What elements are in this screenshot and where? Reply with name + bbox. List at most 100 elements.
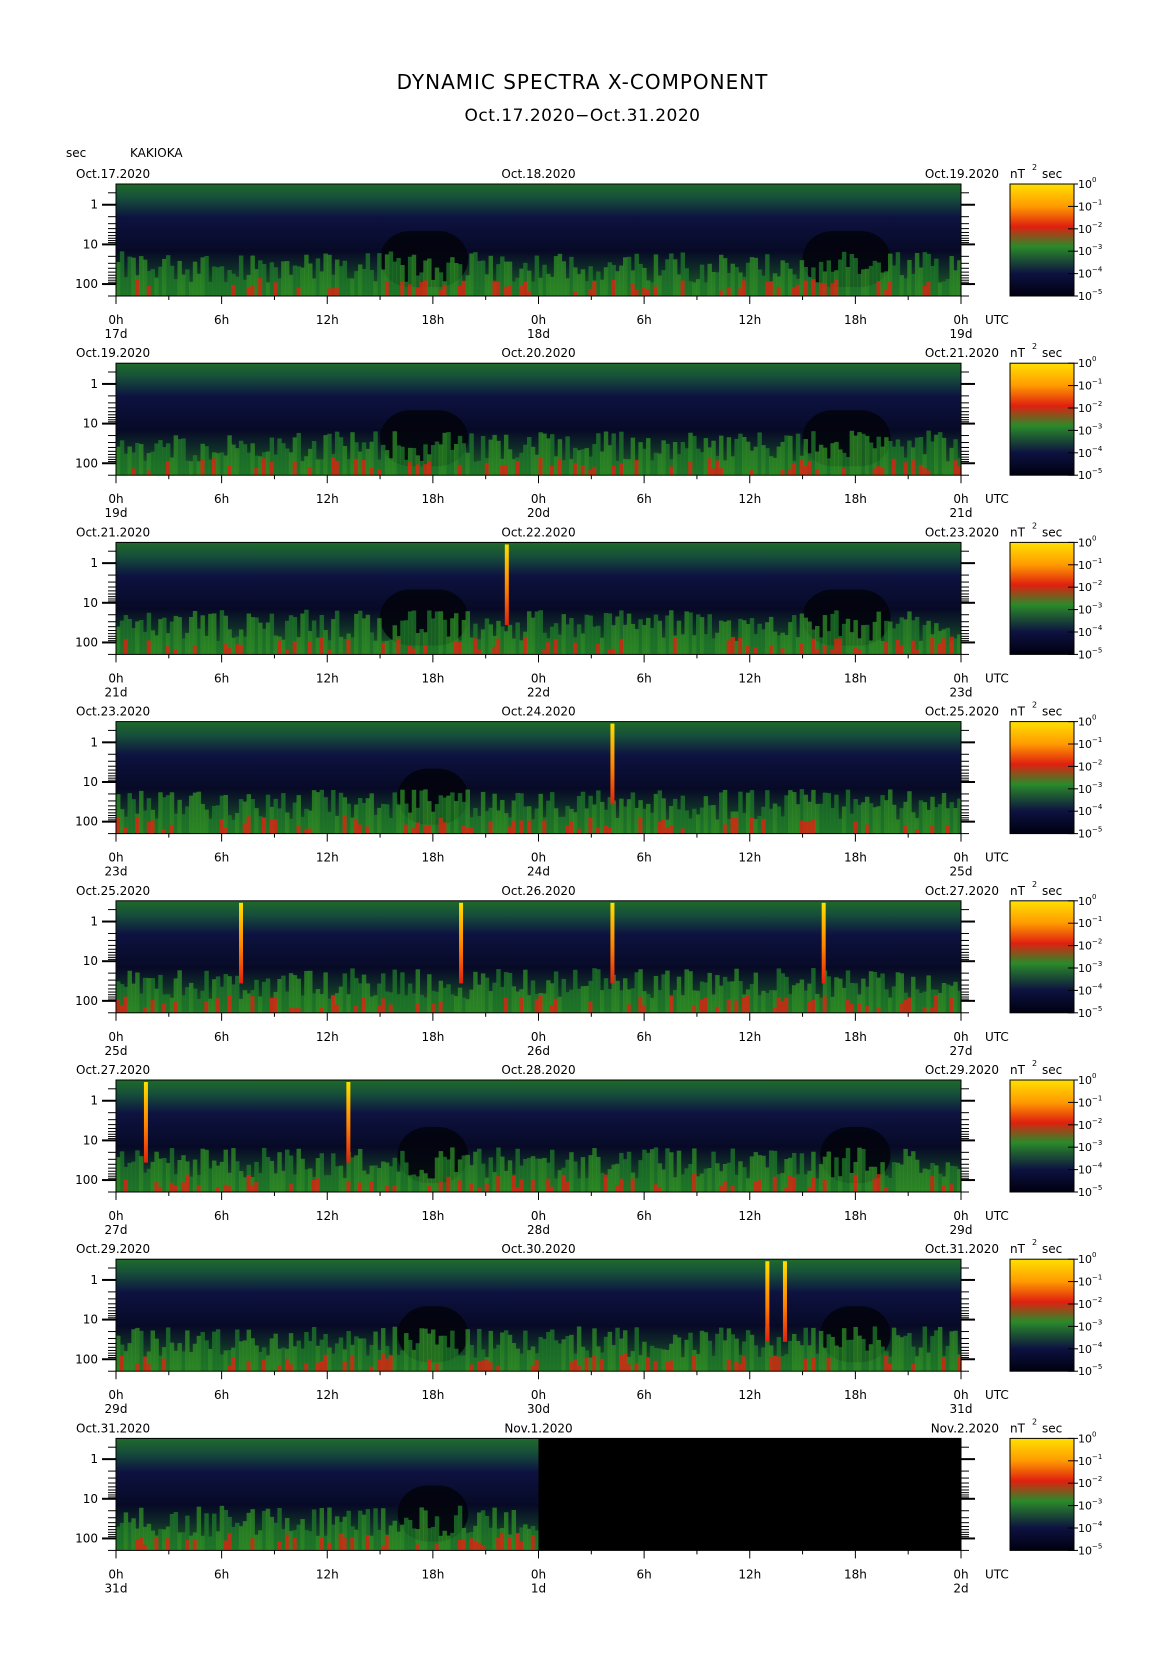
day-label: 25d — [105, 1044, 128, 1058]
activity-band — [838, 978, 843, 1013]
activity-band — [588, 615, 593, 655]
activity-band — [515, 1148, 520, 1192]
activity-band — [434, 267, 440, 296]
activity-band-high — [200, 459, 205, 476]
x-tick-label: 12h — [316, 671, 339, 685]
colorbar-tick-exp: −3 — [1092, 1498, 1102, 1506]
activity-band — [511, 1343, 517, 1372]
activity-band — [365, 614, 371, 655]
activity-band — [626, 459, 632, 476]
activity-band-high — [219, 818, 225, 834]
activity-band — [457, 1355, 463, 1372]
activity-band — [292, 265, 298, 296]
activity-band — [526, 437, 532, 476]
colorbar-unit-exp: 2 — [1032, 1238, 1037, 1247]
activity-band-high — [254, 467, 259, 476]
colorbar-unit: nT — [1010, 705, 1026, 719]
activity-band — [165, 994, 171, 1013]
activity-band — [219, 1505, 225, 1551]
activity-band — [757, 623, 762, 655]
activity-band — [488, 1527, 494, 1551]
activity-band — [192, 792, 198, 834]
colorbar-tick-exp: −2 — [1092, 1296, 1102, 1304]
activity-band — [684, 1168, 689, 1192]
activity-band — [423, 1328, 428, 1372]
activity-band — [730, 1334, 735, 1372]
spectrum-panel: Oct.19.2020 Oct.20.2020 Oct.21.20201101000… — [75, 342, 1103, 520]
activity-band-high — [496, 281, 501, 296]
activity-band-high — [899, 1002, 904, 1013]
activity-band-high — [653, 1360, 659, 1372]
activity-band — [907, 611, 912, 655]
activity-band-high — [546, 642, 551, 655]
activity-band — [208, 1348, 213, 1372]
activity-band — [619, 265, 624, 296]
activity-band — [872, 260, 878, 296]
activity-band-high — [288, 1183, 294, 1192]
activity-band — [680, 795, 686, 834]
activity-band-high — [457, 1180, 463, 1192]
activity-band — [807, 1345, 812, 1372]
activity-band — [914, 1356, 920, 1372]
activity-band — [273, 454, 278, 476]
activity-band — [853, 435, 858, 476]
activity-band — [830, 443, 835, 476]
activity-band-high — [937, 643, 943, 655]
activity-band — [127, 256, 132, 296]
y-tick-label: 1 — [90, 735, 98, 749]
activity-band — [319, 1153, 325, 1192]
activity-band — [711, 638, 716, 655]
colorbar-tick-exp: −1 — [1092, 736, 1102, 744]
activity-band — [761, 1347, 766, 1372]
activity-band-high — [192, 645, 198, 655]
activity-band-high — [611, 465, 616, 476]
colorbar-tick-exp: −4 — [1092, 624, 1103, 632]
activity-band — [146, 978, 152, 1013]
activity-band-high — [646, 1357, 651, 1372]
activity-band-high — [154, 1536, 159, 1551]
activity-band-high — [361, 459, 367, 476]
colorbar-tick-base: 10 — [1078, 895, 1092, 908]
x-tick-label: 12h — [316, 1209, 339, 1223]
activity-band — [492, 1348, 497, 1372]
activity-band — [454, 996, 459, 1013]
activity-band-high — [146, 640, 152, 655]
activity-band — [914, 252, 920, 296]
activity-band — [626, 256, 632, 296]
activity-band — [438, 1535, 444, 1551]
colorbar-tick-exp: −2 — [1092, 221, 1102, 229]
activity-band — [173, 279, 179, 296]
activity-band — [323, 972, 328, 1013]
activity-band — [177, 799, 182, 834]
activity-band — [411, 1349, 417, 1372]
activity-band — [265, 282, 271, 296]
activity-band — [934, 1330, 939, 1372]
activity-band — [392, 792, 397, 834]
activity-band — [895, 1162, 901, 1192]
activity-band — [116, 262, 121, 296]
activity-band — [861, 802, 866, 834]
activity-band-high — [573, 291, 578, 296]
activity-band — [503, 631, 509, 655]
activity-band — [665, 970, 670, 1013]
activity-band-high — [269, 462, 275, 476]
activity-band — [757, 995, 762, 1013]
activity-band-high — [630, 1178, 636, 1192]
activity-band-high — [250, 286, 255, 296]
activity-band — [953, 270, 958, 296]
colorbar-unit-exp: 2 — [1032, 1417, 1037, 1426]
activity-band — [676, 454, 682, 476]
activity-band — [154, 443, 159, 476]
activity-band — [323, 630, 328, 655]
activity-band-high — [119, 1355, 125, 1372]
colorbar-tick-exp: 0 — [1092, 534, 1096, 542]
activity-band — [914, 437, 920, 476]
colorbar-unit-tail: sec — [1042, 167, 1062, 181]
activity-band — [162, 258, 167, 296]
activity-band — [192, 988, 198, 1013]
colorbar-tick-exp: −3 — [1092, 781, 1102, 789]
colorbar-tick-base: 10 — [1078, 1253, 1092, 1266]
activity-band — [634, 972, 639, 1013]
activity-band-high — [169, 1182, 175, 1192]
y-tick-label: 1 — [90, 1094, 98, 1108]
